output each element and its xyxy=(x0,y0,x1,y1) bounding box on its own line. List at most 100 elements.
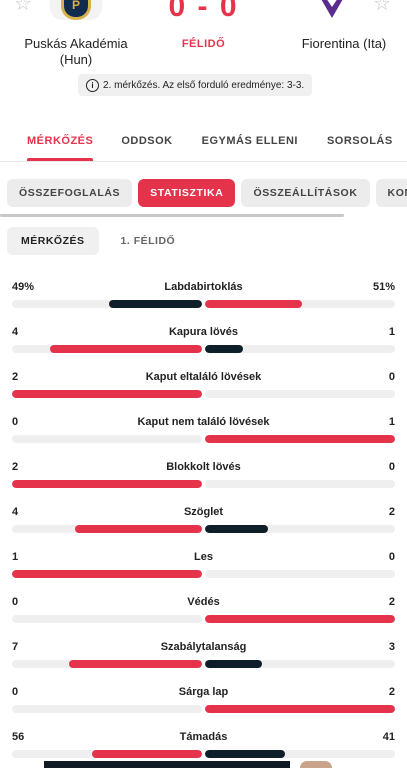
stat-away-track xyxy=(205,705,395,713)
stat-away-track xyxy=(205,750,395,758)
stat-bars xyxy=(12,345,395,353)
stat-header: 0 Sárga lap 2 xyxy=(12,684,395,700)
tab-statistics[interactable]: STATISZTIKA xyxy=(138,179,236,207)
stat-home-bar xyxy=(69,660,202,668)
stat-home-track xyxy=(12,615,202,623)
tab-summary[interactable]: ÖSSZEFOGLALÁS xyxy=(7,179,133,207)
stat-name: Szabálytalanság xyxy=(160,641,247,653)
stat-away-bar xyxy=(205,660,262,668)
ad-image xyxy=(300,761,332,768)
stat-name: Támadás xyxy=(179,731,228,743)
stat-bars xyxy=(12,300,395,308)
stat-row: 4 Szöglet 2 xyxy=(12,504,395,549)
stat-home-track xyxy=(12,300,202,308)
stat-name: Védés xyxy=(187,596,220,608)
stat-away-bar xyxy=(205,300,302,308)
stat-header: 49% Labdabirtoklás 51% xyxy=(12,279,395,295)
stat-away-value: 1 xyxy=(388,326,395,338)
stat-row: 4 Kapura lövés 1 xyxy=(12,324,395,369)
tab-head-to-head[interactable]: EGYMÁS ELLENI xyxy=(202,122,298,161)
away-team-name[interactable]: Fiorentina (Ita) xyxy=(289,36,399,52)
stat-row: 0 Védés 2 xyxy=(12,594,395,639)
stat-bars xyxy=(12,390,395,398)
stat-row: 2 Blokkolt lövés 0 xyxy=(12,459,395,504)
stat-home-bar xyxy=(12,390,202,398)
period-tab-first-half[interactable]: 1. FÉLIDŐ xyxy=(107,227,190,255)
stat-home-bar xyxy=(75,525,202,533)
stat-home-track xyxy=(12,345,202,353)
sub-tab-scrollbar[interactable] xyxy=(0,214,344,217)
stat-name: Kaput nem találó lövések xyxy=(137,416,270,428)
period-tab-bar: MÉRKŐZÉS 1. FÉLIDŐ xyxy=(7,227,189,255)
stat-bars xyxy=(12,435,395,443)
stat-row: 2 Kaput eltaláló lövések 0 xyxy=(12,369,395,414)
stat-away-bar xyxy=(205,525,269,533)
info-icon: i xyxy=(86,78,99,92)
stat-row: 7 Szabálytalanság 3 xyxy=(12,639,395,684)
stat-header: 0 Kaput nem találó lövések 1 xyxy=(12,414,395,430)
stat-away-bar xyxy=(205,705,395,713)
stat-away-track xyxy=(205,660,395,668)
stat-bars xyxy=(12,615,395,623)
stat-bars xyxy=(12,660,395,668)
stat-bars xyxy=(12,705,395,713)
stat-header: 2 Blokkolt lövés 0 xyxy=(12,459,395,475)
stat-bars xyxy=(12,480,395,488)
tab-lineups[interactable]: ÖSSZEÁLLÍTÁSOK xyxy=(241,179,370,207)
stat-away-track xyxy=(205,300,395,308)
stat-row: 0 Kaput nem találó lövések 1 xyxy=(12,414,395,459)
stat-away-value: 41 xyxy=(382,731,395,743)
tab-odds[interactable]: ODDSOK xyxy=(121,122,172,161)
stat-row: 1 Les 0 xyxy=(12,549,395,594)
stat-bars xyxy=(12,750,395,758)
stat-away-bar xyxy=(205,615,395,623)
period-tab-match[interactable]: MÉRKŐZÉS xyxy=(7,227,99,255)
stat-away-track xyxy=(205,570,395,578)
stat-home-bar xyxy=(12,570,202,578)
main-tab-bar: MÉRKŐZÉS ODDSOK EGYMÁS ELLENI SORSOLÁS xyxy=(0,122,407,162)
stat-away-bar xyxy=(205,435,395,443)
sub-tab-bar: ÖSSZEFOGLALÁS STATISZTIKA ÖSSZEÁLLÍTÁSOK… xyxy=(7,179,407,207)
stat-away-track xyxy=(205,525,395,533)
tab-match[interactable]: MÉRKŐZÉS xyxy=(27,122,94,161)
stat-name: Les xyxy=(194,551,213,563)
stat-header: 4 Kapura lövés 1 xyxy=(12,324,395,340)
stat-home-bar xyxy=(50,345,202,353)
stat-row: 0 Sárga lap 2 xyxy=(12,684,395,729)
stat-home-bar xyxy=(108,300,202,308)
stat-name: Labdabirtoklás xyxy=(164,281,243,293)
stat-away-track xyxy=(205,435,395,443)
stat-header: 4 Szöglet 2 xyxy=(12,504,395,520)
stat-home-track xyxy=(12,750,202,758)
stat-bars xyxy=(12,525,395,533)
tab-draw[interactable]: SORSOLÁS xyxy=(327,122,393,161)
stat-away-track xyxy=(205,345,395,353)
stat-home-track xyxy=(12,480,202,488)
stat-header: 1 Les 0 xyxy=(12,549,395,565)
stat-name: Kapura lövés xyxy=(168,326,239,338)
stat-home-track xyxy=(12,525,202,533)
ad-banner[interactable] xyxy=(44,761,290,768)
stat-away-value: 2 xyxy=(388,596,395,608)
stat-header: 7 Szabálytalanság 3 xyxy=(12,639,395,655)
stat-home-bar xyxy=(92,750,202,758)
fiorentina-shield-icon xyxy=(317,0,347,18)
stat-away-value: 0 xyxy=(388,551,395,563)
stat-home-track xyxy=(12,570,202,578)
match-info-note: i 2. mérkőzés. Az első forduló eredménye… xyxy=(78,74,313,96)
stat-away-value: 3 xyxy=(388,641,395,653)
stat-home-track xyxy=(12,435,202,443)
stat-away-value: 0 xyxy=(388,371,395,383)
stat-away-track xyxy=(205,615,395,623)
stat-away-bar xyxy=(205,750,286,758)
away-team-logo[interactable] xyxy=(309,0,355,22)
stat-header: 56 Támadás 41 xyxy=(12,729,395,745)
favorite-away-star-icon[interactable]: ☆ xyxy=(373,0,393,14)
tab-comments[interactable]: KOM xyxy=(375,179,407,207)
stat-bars xyxy=(12,570,395,578)
match-header: ☆ P 0 - 0 ☆ Puskás Akadémia (Hun) FÉLIDŐ… xyxy=(0,0,407,104)
match-info-text: 2. mérkőzés. Az első forduló eredménye: … xyxy=(103,79,305,91)
stat-name: Kaput eltaláló lövések xyxy=(145,371,262,383)
statistics-list: 49% Labdabirtoklás 51% 4 Kapura lövés 1 2 Kaput… xyxy=(12,279,395,768)
stat-away-value: 2 xyxy=(388,686,395,698)
